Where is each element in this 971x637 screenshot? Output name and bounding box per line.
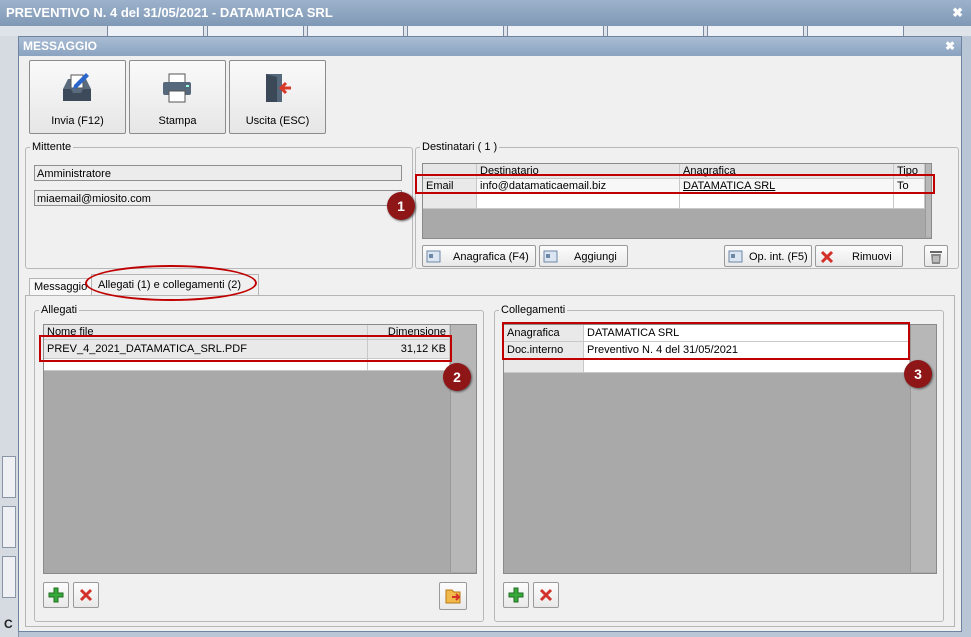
link-key-cell[interactable]: Doc.interno [504, 342, 584, 359]
internal-operator-label: Op. int. (F5) [749, 251, 808, 263]
recipient-empty-cell[interactable] [477, 194, 680, 209]
tab-message[interactable]: Messaggio [29, 278, 93, 296]
red-x-icon [79, 588, 93, 602]
recipient-empty-cell[interactable] [680, 194, 894, 209]
callout-badge-2: 2 [443, 363, 471, 391]
dialog-title-bar: MESSAGGIO ✖ [19, 37, 961, 56]
send-button[interactable]: Invia (F12) [29, 60, 126, 134]
background-control [2, 506, 16, 548]
sender-legend: Mittente [32, 141, 72, 153]
export-file-icon [445, 589, 461, 604]
sender-name-field[interactable]: Amministratore [34, 165, 402, 181]
attachments-legend: Allegati [41, 304, 78, 316]
link-key-cell[interactable]: Anagrafica [504, 325, 584, 342]
window-title-bar: PREVENTIVO N. 4 del 31/05/2021 - DATAMAT… [0, 0, 971, 26]
registry-card-icon [426, 250, 441, 263]
link-value-cell[interactable]: DATAMATICA SRL [584, 325, 910, 342]
plus-icon [48, 587, 64, 603]
recipients-legend: Destinatari ( 1 ) [422, 141, 498, 153]
recipient-type-cell[interactable]: To [894, 179, 925, 194]
recipient-empty-cell[interactable] [423, 194, 477, 209]
inbox-send-icon [63, 73, 91, 101]
attachment-empty-cell[interactable] [44, 359, 368, 371]
add-card-icon [543, 250, 558, 263]
link-empty-cell[interactable] [584, 359, 910, 373]
plus-icon [508, 587, 524, 603]
recipients-group: Destinatari ( 1 ) Destinatario Anagrafic… [415, 141, 959, 269]
background-window-edge [0, 36, 19, 637]
registry-button-label: Anagrafica (F4) [453, 251, 529, 263]
remove-attachment-button[interactable] [73, 582, 99, 608]
message-dialog: MESSAGGIO ✖ Invia (F12) Stampa Uscita (E… [18, 36, 962, 632]
recipients-table[interactable]: Destinatario Anagrafica Tipo Email info@… [422, 163, 932, 239]
internal-operator-button[interactable]: Op. int. (F5) [724, 245, 812, 267]
attachment-size-cell[interactable]: 31,12 KB [368, 340, 450, 359]
add-link-button[interactable] [503, 582, 529, 608]
recipients-header-type[interactable]: Tipo [894, 164, 925, 179]
dialog-close-icon[interactable]: ✖ [945, 37, 955, 56]
internal-card-icon [728, 250, 743, 263]
link-value-cell[interactable]: Preventivo N. 4 del 31/05/2021 [584, 342, 910, 359]
trash-icon [930, 251, 942, 264]
attachments-tab-pane: Allegati Nome file Dimensione PREV_4_202… [25, 295, 955, 627]
recipients-scrollbar[interactable] [925, 164, 931, 237]
sender-group: Mittente Amministratore miaemail@miosito… [25, 141, 413, 269]
recipient-address-cell[interactable]: info@datamaticaemail.biz [477, 179, 680, 194]
send-label: Invia (F12) [51, 115, 104, 127]
remove-link-button[interactable] [533, 582, 559, 608]
recipients-header-recipient[interactable]: Destinatario [477, 164, 680, 179]
link-empty-cell[interactable] [504, 359, 584, 373]
trash-button[interactable] [924, 245, 948, 267]
printer-icon [163, 73, 191, 103]
status-text: C [4, 617, 13, 631]
recipients-header-blank [423, 164, 477, 179]
red-x-icon [820, 250, 834, 264]
add-recipient-label: Aggiungi [574, 251, 617, 263]
exit-door-icon [266, 74, 291, 102]
recipients-header-registry[interactable]: Anagrafica [680, 164, 894, 179]
links-table[interactable]: Anagrafica DATAMATICA SRL Doc.interno Pr… [503, 324, 937, 574]
recipient-empty-cell[interactable] [894, 194, 925, 209]
attachment-empty-cell[interactable] [368, 359, 450, 371]
red-x-icon [539, 588, 553, 602]
exit-label: Uscita (ESC) [245, 115, 310, 127]
window-close-icon[interactable]: ✖ [952, 0, 963, 26]
remove-recipient-button[interactable]: Rimuovi [815, 245, 903, 267]
exit-button[interactable]: Uscita (ESC) [229, 60, 326, 134]
callout-badge-3: 3 [904, 360, 932, 388]
print-label: Stampa [158, 115, 197, 127]
tab-attachments-links[interactable]: Allegati (1) e collegamenti (2) [91, 274, 259, 296]
attachments-table[interactable]: Nome file Dimensione PREV_4_2021_DATAMAT… [43, 324, 477, 574]
add-recipient-button[interactable]: Aggiungi [539, 245, 628, 267]
recipient-kind-cell[interactable]: Email [423, 179, 477, 194]
dialog-title: MESSAGGIO [23, 39, 98, 53]
attachments-group: Allegati Nome file Dimensione PREV_4_202… [34, 304, 484, 622]
sender-email-field[interactable]: miaemail@miosito.com [34, 190, 402, 206]
attachments-scrollbar[interactable] [450, 325, 476, 572]
attachments-header-name[interactable]: Nome file [44, 325, 368, 340]
background-control [2, 556, 16, 598]
print-button[interactable]: Stampa [129, 60, 226, 134]
background-control [2, 456, 16, 498]
remove-recipient-label: Rimuovi [852, 251, 892, 263]
callout-badge-1: 1 [387, 192, 415, 220]
registry-button[interactable]: Anagrafica (F4) [422, 245, 536, 267]
open-attachment-button[interactable] [439, 582, 467, 610]
recipient-registry-link[interactable]: DATAMATICA SRL [680, 179, 894, 194]
window-title: PREVENTIVO N. 4 del 31/05/2021 - DATAMAT… [6, 5, 333, 20]
attachments-header-size[interactable]: Dimensione [368, 325, 450, 340]
add-attachment-button[interactable] [43, 582, 69, 608]
attachment-name-cell[interactable]: PREV_4_2021_DATAMATICA_SRL.PDF [44, 340, 368, 359]
links-legend: Collegamenti [501, 304, 566, 316]
links-group: Collegamenti Anagrafica DATAMATICA SRL D… [494, 304, 944, 622]
